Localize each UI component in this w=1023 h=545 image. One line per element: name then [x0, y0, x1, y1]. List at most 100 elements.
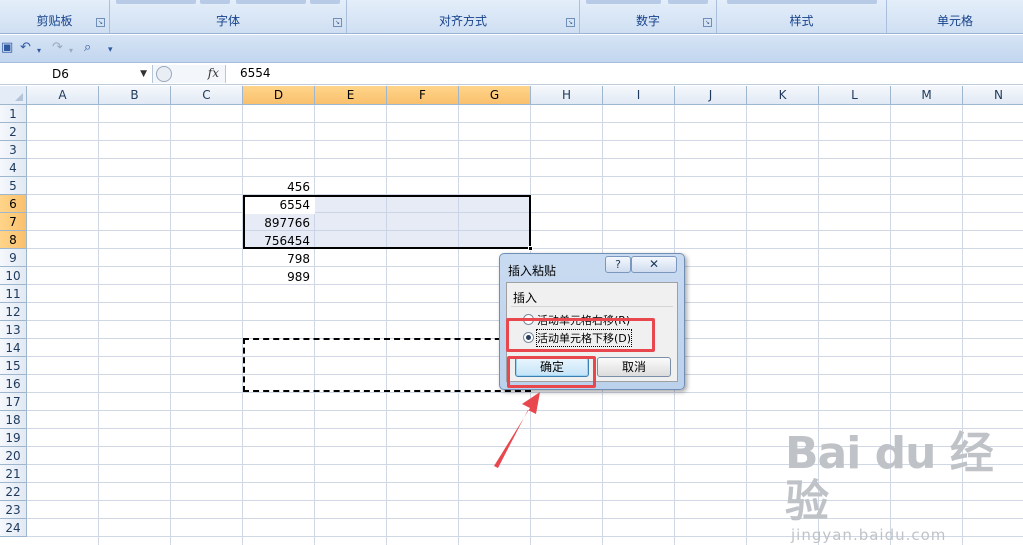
undo-icon[interactable]: ↶	[20, 41, 31, 55]
insert-group-label: 插入	[513, 291, 538, 305]
name-box-value: D6	[52, 67, 69, 81]
dialog-launcher-icon[interactable]: ↘	[333, 18, 342, 27]
cell-D7[interactable]: 897766	[243, 214, 313, 232]
help-button[interactable]: ?	[605, 256, 631, 273]
cell-D9[interactable]: 798	[243, 250, 313, 268]
cell-D8[interactable]: 756454	[243, 232, 313, 250]
row-header-11[interactable]: 11	[0, 285, 27, 303]
column-header-J[interactable]: J	[675, 86, 747, 105]
expand-handle-icon[interactable]	[156, 66, 172, 82]
column-header-L[interactable]: L	[819, 86, 891, 105]
row-header-8[interactable]: 8	[0, 231, 27, 249]
ribbon-group-clipboard: 剪贴板 ↘	[0, 0, 110, 33]
customize-toolbar-icon[interactable]: ▾	[108, 43, 113, 57]
row-header-21[interactable]: 21	[0, 465, 27, 483]
row-header-24[interactable]: 24	[0, 519, 27, 537]
chevron-down-icon[interactable]: ▼	[140, 64, 147, 84]
column-header-D[interactable]: D	[243, 86, 315, 105]
row-header-1[interactable]: 1	[0, 105, 27, 123]
row-header-19[interactable]: 19	[0, 429, 27, 447]
column-header-M[interactable]: M	[891, 86, 963, 105]
ribbon-group-label: 对齐方式	[438, 14, 487, 28]
grid-column-line	[242, 105, 243, 545]
redo-dropdown-icon[interactable]: ▾	[69, 44, 73, 58]
column-header-F[interactable]: F	[387, 86, 459, 105]
formula-input[interactable]: 6554	[240, 66, 271, 80]
dialog-launcher-icon[interactable]: ↘	[96, 18, 105, 27]
column-header-E[interactable]: E	[315, 86, 387, 105]
watermark-url: jingyan.baidu.com	[791, 526, 947, 544]
dialog-title: 插入粘贴	[508, 264, 557, 278]
dialog-launcher-icon[interactable]: ↘	[703, 18, 712, 27]
row-header-5[interactable]: 5	[0, 177, 27, 195]
select-all-corner[interactable]	[0, 86, 27, 105]
quick-access-toolbar: ▣ ↶ ▾ ↷ ▾ ⌕ ▾	[0, 35, 1023, 63]
row-header-13[interactable]: 13	[0, 321, 27, 339]
grid-column-line	[170, 105, 171, 545]
close-button[interactable]: ✕	[631, 256, 677, 273]
row-header-18[interactable]: 18	[0, 411, 27, 429]
ribbon-group-number: 数字 ↘	[580, 0, 717, 33]
row-header-22[interactable]: 22	[0, 483, 27, 501]
row-header-9[interactable]: 9	[0, 249, 27, 267]
insert-function-icon[interactable]: fx	[208, 66, 219, 80]
row-header-3[interactable]: 3	[0, 141, 27, 159]
column-header-I[interactable]: I	[603, 86, 675, 105]
grid-row-line	[27, 122, 1023, 123]
ribbon-group-label: 剪贴板	[36, 14, 73, 28]
grid-row-line	[27, 140, 1023, 141]
formula-bar-controls: fx	[152, 65, 226, 83]
dialog-launcher-icon[interactable]: ↘	[566, 18, 575, 27]
column-header-A[interactable]: A	[27, 86, 99, 105]
row-header-17[interactable]: 17	[0, 393, 27, 411]
column-header-G[interactable]: G	[459, 86, 531, 105]
row-header-12[interactable]: 12	[0, 303, 27, 321]
row-header-7[interactable]: 7	[0, 213, 27, 231]
save-icon[interactable]: ▣	[1, 41, 13, 55]
cell-D5[interactable]: 456	[243, 178, 313, 196]
highlight-ok-button	[507, 356, 596, 388]
row-header-20[interactable]: 20	[0, 447, 27, 465]
ribbon-group-label: 样式	[789, 14, 814, 28]
row-header-16[interactable]: 16	[0, 375, 27, 393]
ribbon-group-cells: 单元格	[887, 0, 1023, 33]
grid-column-line	[746, 105, 747, 545]
ribbon-group-font: 字体 ↘	[110, 0, 347, 33]
baidu-jingyan-watermark: Bai du 经验 jingyan.baidu.com	[785, 428, 1023, 545]
row-header-23[interactable]: 23	[0, 501, 27, 519]
column-header-B[interactable]: B	[99, 86, 171, 105]
cancel-button[interactable]: 取消	[597, 357, 671, 377]
ribbon-group-label: 数字	[635, 14, 660, 28]
grid-column-line	[458, 105, 459, 545]
cell-D10[interactable]: 989	[243, 268, 313, 286]
row-header-14[interactable]: 14	[0, 339, 27, 357]
row-header-6[interactable]: 6	[0, 195, 27, 213]
undo-dropdown-icon[interactable]: ▾	[37, 44, 41, 58]
highlight-shift-down-option	[506, 318, 655, 352]
watermark-logo: Bai du 经验	[785, 428, 994, 527]
grid-column-line	[98, 105, 99, 545]
column-header-K[interactable]: K	[747, 86, 819, 105]
fill-handle[interactable]	[528, 246, 533, 251]
grid-column-line	[314, 105, 315, 545]
cell-D6[interactable]: 6554	[243, 196, 313, 214]
redo-icon[interactable]: ↷	[52, 41, 63, 55]
grid-row-line	[27, 176, 1023, 177]
ribbon-group-label: 字体	[215, 14, 240, 28]
print-preview-icon[interactable]: ⌕	[84, 41, 91, 55]
row-header-2[interactable]: 2	[0, 123, 27, 141]
ribbon-group-label: 单元格	[936, 14, 973, 28]
group-divider	[511, 306, 673, 307]
row-header-10[interactable]: 10	[0, 267, 27, 285]
copy-marquee	[243, 338, 531, 392]
grid-column-line	[386, 105, 387, 545]
ribbon: 剪贴板 ↘ 字体 ↘ 对齐方式 ↘ 数字 ↘ 样式 单元格	[0, 0, 1023, 34]
row-header-15[interactable]: 15	[0, 357, 27, 375]
column-header-N[interactable]: N	[963, 86, 1023, 105]
name-box[interactable]: D6 ▼	[0, 64, 150, 84]
row-header-4[interactable]: 4	[0, 159, 27, 177]
formula-bar: D6 ▼ fx 6554	[0, 63, 1023, 85]
column-header-H[interactable]: H	[531, 86, 603, 105]
column-header-C[interactable]: C	[171, 86, 243, 105]
ribbon-group-alignment: 对齐方式 ↘	[347, 0, 580, 33]
